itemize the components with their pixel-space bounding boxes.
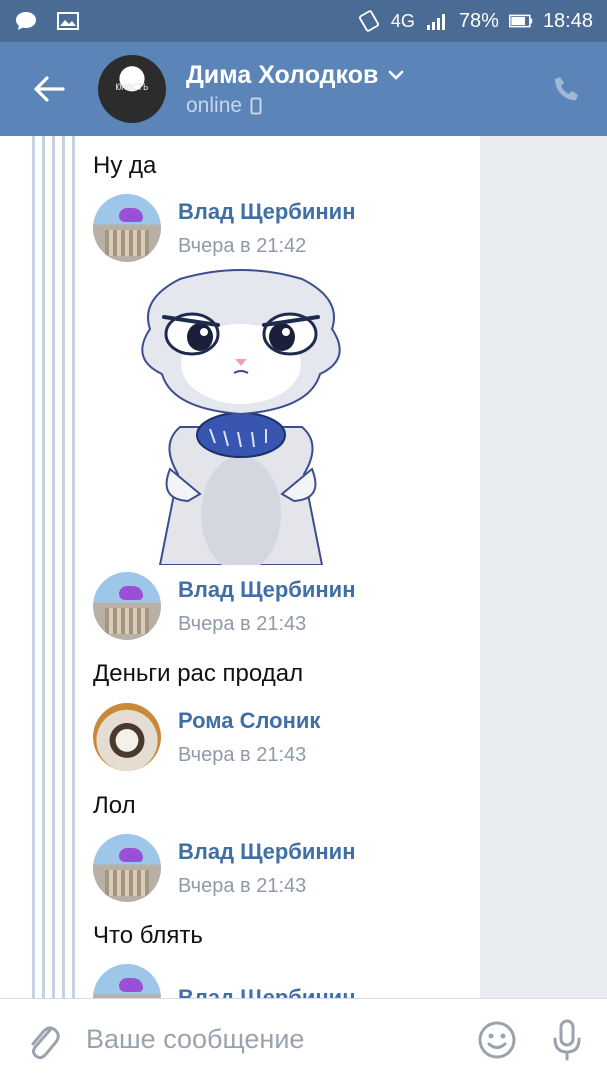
message-text: Что блять bbox=[93, 922, 203, 949]
message-text: Лол bbox=[93, 792, 136, 819]
paperclip-icon bbox=[31, 1025, 60, 1059]
author-name[interactable]: Влад Щербинин bbox=[178, 199, 355, 225]
network-type: 4G bbox=[390, 10, 415, 31]
cat-sticker bbox=[141, 269, 341, 565]
message-text: Деньги рас продал bbox=[93, 660, 304, 687]
author-name[interactable]: Влад Щербинин bbox=[178, 577, 355, 603]
message-time: Вчера в 21:43 bbox=[178, 874, 307, 897]
message-author[interactable]: Влад Щербинин Вчера в 21:43 bbox=[93, 572, 355, 640]
forwarded-indent bbox=[0, 136, 80, 998]
voice-button[interactable] bbox=[527, 999, 607, 1080]
avatar[interactable] bbox=[93, 703, 161, 771]
message-author[interactable]: Влад Щербинин Вчера в 21:43 bbox=[93, 834, 355, 902]
microphone-icon bbox=[553, 1019, 581, 1060]
message-author[interactable]: Влад Щербинин bbox=[93, 964, 355, 998]
battery-percent: 78% bbox=[458, 9, 499, 32]
contact-name: Дима Холодков bbox=[186, 60, 379, 89]
status-bar: 4G 78% 18:48 bbox=[0, 0, 607, 42]
back-button[interactable] bbox=[0, 42, 98, 136]
arrow-left-icon bbox=[34, 76, 65, 102]
avatar[interactable] bbox=[93, 964, 161, 998]
avatar[interactable] bbox=[93, 194, 161, 262]
chevron-down-icon bbox=[389, 70, 404, 80]
message-composer bbox=[0, 998, 607, 1080]
chat-header: ЮНВСТЬ Дима Холодков online bbox=[0, 42, 607, 136]
vibration-icon bbox=[357, 10, 381, 32]
phone-icon bbox=[555, 77, 578, 101]
battery-icon bbox=[508, 11, 533, 31]
author-name[interactable]: Влад Щербинин bbox=[178, 985, 355, 998]
author-name[interactable]: Рома Слоник bbox=[178, 708, 320, 734]
attach-button[interactable] bbox=[0, 999, 86, 1080]
contact-avatar[interactable]: ЮНВСТЬ bbox=[98, 55, 166, 123]
call-button[interactable] bbox=[527, 42, 607, 136]
message-list[interactable]: Ну да Влад Щербинин Вчера в 21:42 Влад Щ… bbox=[0, 136, 607, 998]
emoji-button[interactable] bbox=[467, 999, 527, 1080]
avatar[interactable] bbox=[93, 572, 161, 640]
mobile-device-icon bbox=[250, 97, 262, 114]
avatar-shirt-text: ЮНВСТЬ bbox=[115, 83, 149, 93]
message-input[interactable] bbox=[86, 1015, 467, 1064]
message-notification-icon bbox=[14, 11, 38, 31]
message-text: Ну да bbox=[93, 152, 157, 179]
contact-info[interactable]: Дима Холодков online bbox=[186, 61, 404, 118]
message-time: Вчера в 21:43 bbox=[178, 612, 307, 635]
avatar[interactable] bbox=[93, 834, 161, 902]
message-author[interactable]: Влад Щербинин Вчера в 21:42 bbox=[93, 194, 355, 262]
signal-icon bbox=[425, 11, 449, 31]
message-time: Вчера в 21:43 bbox=[178, 743, 307, 766]
clock: 18:48 bbox=[542, 9, 593, 32]
smiley-icon bbox=[478, 1021, 516, 1058]
message-time: Вчера в 21:42 bbox=[178, 234, 307, 257]
author-name[interactable]: Влад Щербинин bbox=[178, 839, 355, 865]
message-author[interactable]: Рома Слоник Вчера в 21:43 bbox=[93, 703, 320, 771]
image-notification-icon bbox=[56, 11, 80, 31]
contact-status: online bbox=[186, 93, 243, 117]
